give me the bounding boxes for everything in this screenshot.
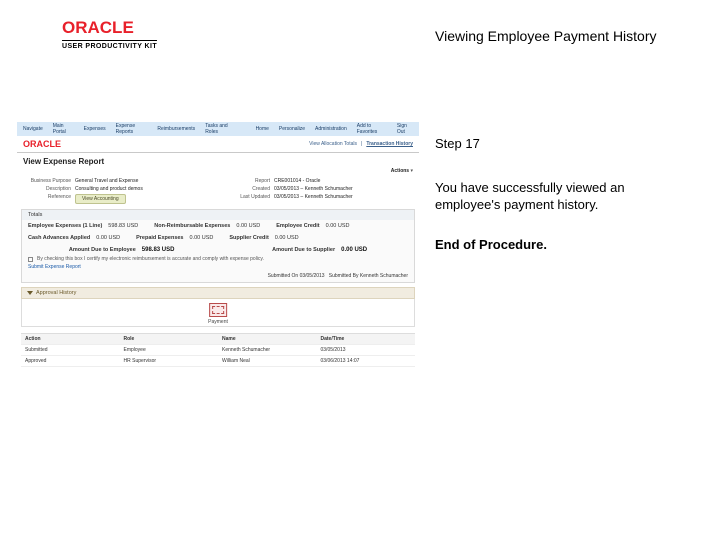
cell: William Neal [218,356,317,366]
end-of-procedure: End of Procedure. [435,236,675,254]
certify-text: By checking this box I certify my electr… [37,256,264,262]
page-title: Viewing Employee Payment History [435,28,657,44]
nav-item[interactable]: Reimbursements [157,126,195,132]
step-body: You have successfully viewed an employee… [435,179,675,214]
total-label: Cash Advances Applied [28,235,90,241]
view-accounting-button[interactable]: View Accounting [75,194,126,204]
col-datetime: Date/Time [317,334,416,344]
app-header: ORACLE View Allocation Totals | Transact… [17,136,419,152]
field-label: Description [23,186,71,192]
view-link[interactable]: View Allocation Totals [309,141,357,147]
nav-right[interactable]: Home [256,126,269,132]
total-label: Prepaid Expenses [136,235,183,241]
total-label: Employee Expenses (1 Line) [28,223,102,229]
col-name: Name [218,334,317,344]
sign-out-link[interactable]: Sign Out [397,123,413,135]
total-value: 0.00 USD [275,235,299,241]
total-label: Non-Reimbursable Expenses [154,223,230,229]
history-table: Action Role Name Date/Time Submitted Emp… [21,333,415,367]
cell: Approved [21,356,120,366]
total-label: Employee Credit [276,223,319,229]
oracle-logo: ORACLE [62,18,157,38]
total-value: 598.83 USD [108,223,138,229]
nav-right[interactable]: Personalize [279,126,305,132]
approval-accordion: Approval History Payment [21,287,415,327]
field-value: CRE001014 - Oracle [274,178,320,184]
cell: 03/05/2013 [317,345,416,355]
totals-header: Totals [22,210,414,220]
payment-icon [209,303,227,317]
field-value: 03/05/2013 – Kenneth Schumacher [274,194,353,204]
instruction-panel: Step 17 You have successfully viewed an … [435,135,675,253]
section-heading: View Expense Report [17,153,419,168]
brand-block: ORACLE USER PRODUCTIVITY KIT [62,18,157,50]
amount-due-supplier-label: Amount Due to Supplier [272,247,335,253]
cell: Kenneth Schumacher [218,345,317,355]
totals-panel: Totals Employee Expenses (1 Line) 598.83 … [21,209,415,283]
amount-due-employee-label: Amount Due to Employee [69,247,136,253]
accordion-header[interactable]: Approval History [21,287,415,299]
cell: HR Supervisor [120,356,219,366]
field-value: Consulting and product demos [75,186,143,192]
field-label: Last Updated [222,194,270,204]
nav-item[interactable]: Main Portal [53,123,74,135]
cell: Employee [120,345,219,355]
amount-due-employee-value: 598.83 USD [142,247,175,253]
cell: 03/06/2013 14:07 [317,356,416,366]
submitted-by-label: Submitted By [329,273,359,279]
col-role: Role [120,334,219,344]
nav-right[interactable]: Administration [315,126,347,132]
field-label: Created [222,186,270,192]
submitted-by-value: Kenneth Schumacher [360,273,408,279]
app-oracle-logo: ORACLE [23,139,61,149]
amount-due-supplier-value: 0.00 USD [341,247,367,253]
submitted-on-value: 03/05/2013 [300,273,325,279]
view-link-selected[interactable]: Transaction History [366,141,413,147]
accordion-title: Approval History [36,290,76,296]
payment-caption: Payment [208,319,228,325]
submit-expense-link[interactable]: Submit Expense Report [28,264,81,270]
total-label: Supplier Credit [229,235,268,241]
app-screenshot: Navigate Main Portal Expenses Expense Re… [17,122,419,378]
field-label: Reference [23,194,71,204]
submitted-on-label: Submitted On [268,273,299,279]
table-row: Approved HR Supervisor William Neal 03/0… [21,356,415,367]
cell: Submitted [21,345,120,355]
nav-item[interactable]: Tasks and Roles [205,123,235,135]
field-label: Report [222,178,270,184]
chevron-down-icon [27,291,33,295]
field-value: General Travel and Expense [75,178,138,184]
nav-right[interactable]: Add to Favorites [357,123,387,135]
nav-item[interactable]: Navigate [23,126,43,132]
field-label: Business Purpose [23,178,71,184]
nav-item[interactable]: Expenses [84,126,106,132]
nav-item[interactable]: Expense Reports [116,123,148,135]
table-header-row: Action Role Name Date/Time [21,334,415,345]
total-value: 0.00 USD [190,235,214,241]
table-row: Submitted Employee Kenneth Schumacher 03… [21,345,415,356]
total-value: 0.00 USD [236,223,260,229]
actions-label: Actions [391,168,409,174]
app-topbar: Navigate Main Portal Expenses Expense Re… [17,122,419,136]
payment-node[interactable]: Payment [208,303,228,325]
step-label: Step 17 [435,135,675,153]
col-action: Action [21,334,120,344]
total-value: 0.00 USD [96,235,120,241]
total-value: 0.00 USD [326,223,350,229]
certify-checkbox[interactable] [28,257,33,262]
brand-subtitle: USER PRODUCTIVITY KIT [62,40,157,50]
field-value: 03/05/2013 – Kenneth Schumacher [274,186,353,192]
